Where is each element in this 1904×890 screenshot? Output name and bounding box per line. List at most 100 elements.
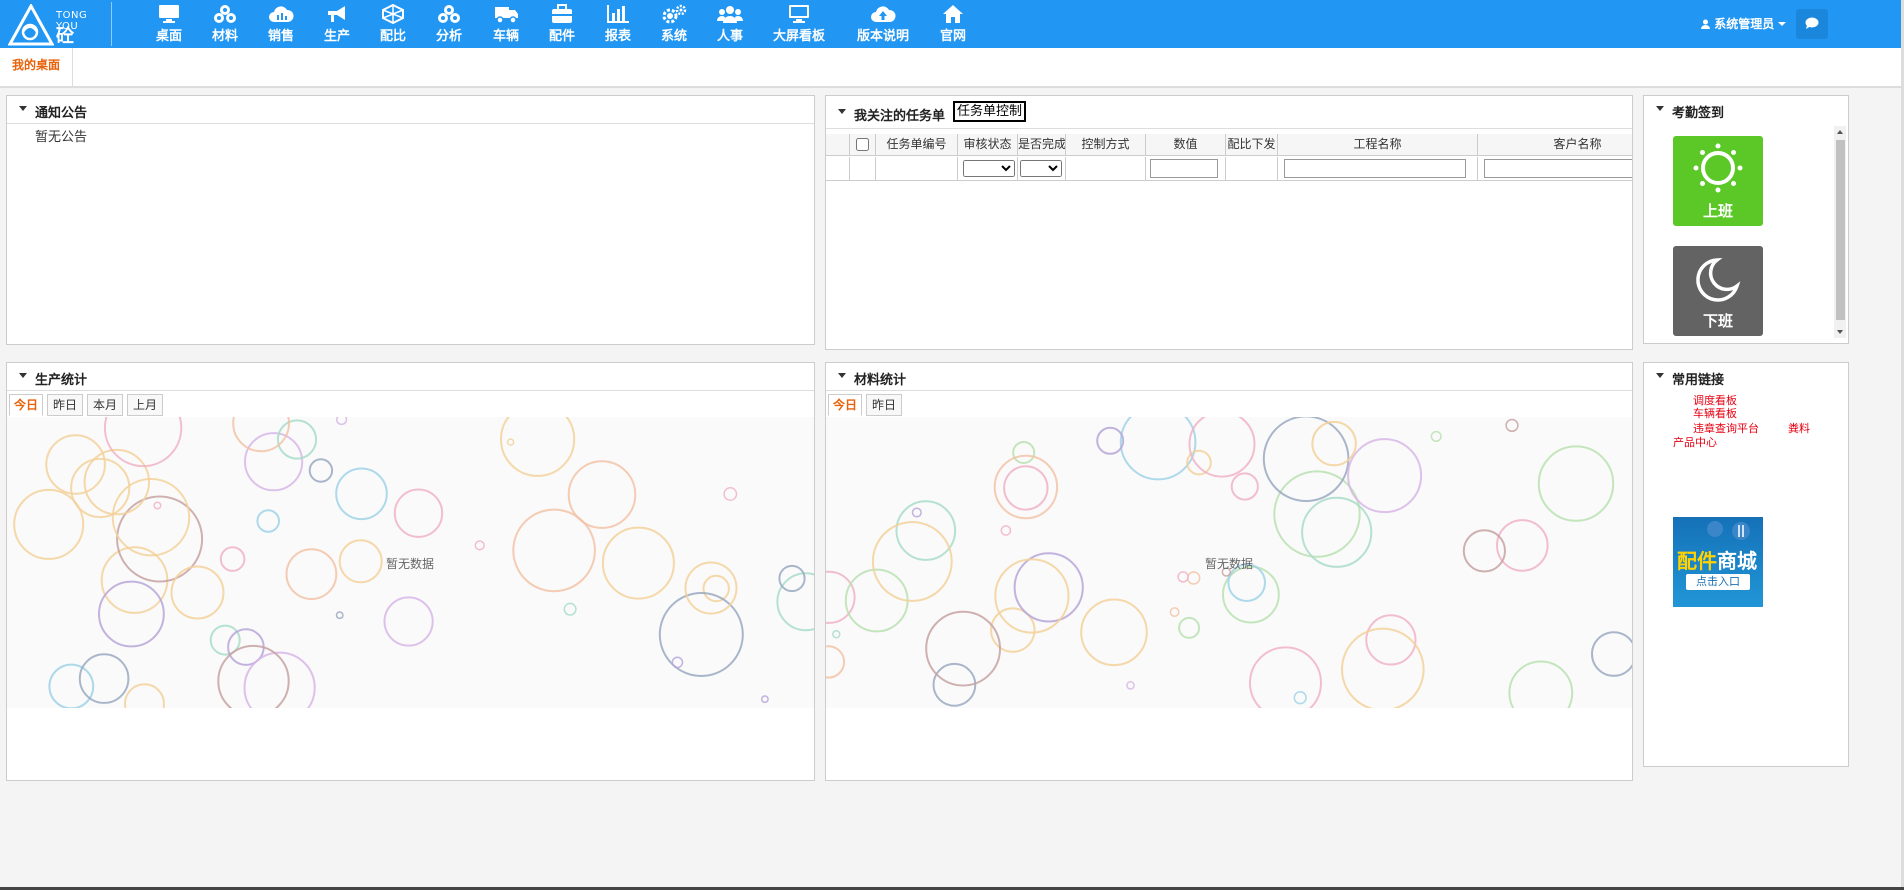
clock-in-button[interactable]: 上班 <box>1673 136 1763 226</box>
select-all-checkbox[interactable] <box>856 138 869 151</box>
cubes-icon <box>214 5 236 23</box>
megaphone-icon <box>328 6 345 22</box>
collapse-caret-icon[interactable] <box>19 373 27 378</box>
panel-title: 材料统计 <box>854 373 907 388</box>
decorative-bubble <box>1230 472 1259 501</box>
column-header[interactable]: 配比下发 <box>1226 134 1278 155</box>
parts-mall-banner[interactable]: 配件商城 点击入口 <box>1673 517 1763 607</box>
link-materials[interactable]: 粪料 <box>1788 420 1810 436</box>
mall-title: 配件商城 <box>1677 545 1757 574</box>
column-header[interactable]: 数值 <box>1146 134 1226 155</box>
nav-big-screen[interactable]: 大屏看板 <box>769 4 829 46</box>
nav-mix-ratio[interactable]: 配比 <box>376 4 410 46</box>
grid-header-row: 任务单编号 审核状态 是否完成 控制方式 数值 配比下发 工程名称 客户名称 <box>826 134 1632 156</box>
link-product-center[interactable]: 产品中心 <box>1673 434 1717 450</box>
clock-out-button[interactable]: 下班 <box>1673 246 1763 336</box>
tab-yesterday[interactable]: 昨日 <box>866 394 902 416</box>
nav-materials[interactable]: 材料 <box>208 4 242 46</box>
decorative-bubble <box>895 500 957 561</box>
tab-last-month[interactable]: 上月 <box>127 394 163 416</box>
nav-analysis[interactable]: 分析 <box>432 4 466 46</box>
panel-title: 生产统计 <box>35 373 88 388</box>
task-control-button[interactable]: 任务单控制 <box>953 101 1027 122</box>
tab-today[interactable]: 今日 <box>9 394 43 416</box>
tab-this-month[interactable]: 本月 <box>87 394 123 416</box>
column-header[interactable]: 工程名称 <box>1278 134 1478 155</box>
brand-logo[interactable]: TONG YOU 砼 友 <box>8 2 112 73</box>
link-vehicle-board[interactable]: 车辆看板 <box>1693 405 1737 421</box>
user-menu[interactable]: 系统管理员 <box>1701 15 1787 32</box>
mall-enter-button[interactable]: 点击入口 <box>1686 574 1750 590</box>
decorative-bubble <box>170 565 225 620</box>
production-chart-area: 暂无数据 <box>7 417 814 708</box>
chevron-down-icon <box>1778 22 1787 26</box>
nav-reports[interactable]: 报表 <box>601 4 635 46</box>
desktop-icon <box>159 5 179 23</box>
nav-release-notes[interactable]: 版本说明 <box>853 4 913 46</box>
decorative-bubble <box>1188 417 1256 478</box>
user-name: 系统管理员 <box>1714 17 1775 31</box>
scroll-thumb[interactable] <box>1836 140 1845 320</box>
decorative-bubble <box>702 574 730 603</box>
nav-official-site[interactable]: 官网 <box>936 4 970 46</box>
decorative-bubble <box>1293 691 1307 705</box>
tab-yesterday[interactable]: 昨日 <box>47 394 83 416</box>
nav-label: 官网 <box>939 29 966 44</box>
home-icon <box>943 5 963 23</box>
nav-sales[interactable]: 销售 <box>264 4 298 46</box>
nav-label: 配比 <box>379 29 406 44</box>
project-name-filter-input[interactable] <box>1284 159 1466 178</box>
scroll-down-icon[interactable] <box>1837 330 1843 334</box>
nav-production[interactable]: 生产 <box>320 4 354 46</box>
moon-icon <box>1696 257 1741 302</box>
decorative-bubble <box>1537 445 1615 522</box>
decorative-bubble <box>217 644 290 708</box>
nav-desktop[interactable]: 桌面 <box>152 4 186 46</box>
top-navbar: TONG YOU 砼 友 桌面 材料 销售 生产 配比 分析 车辆 <box>0 0 1904 73</box>
nav-parts[interactable]: 配件 <box>545 4 579 46</box>
customer-name-filter-input[interactable] <box>1484 159 1632 178</box>
decorative-bubble <box>393 488 444 538</box>
nav-vehicles[interactable]: 车辆 <box>489 4 523 46</box>
decorative-bubble <box>1508 660 1574 708</box>
production-stats-panel: 生产统计 今日 昨日 本月 上月 暂无数据 <box>6 362 815 781</box>
collapse-caret-icon[interactable] <box>1656 106 1664 111</box>
column-header[interactable]: 客户名称 <box>1478 134 1632 155</box>
attendance-scrollbar[interactable] <box>1834 126 1846 338</box>
scroll-up-icon[interactable] <box>1837 130 1843 134</box>
column-header[interactable]: 审核状态 <box>958 134 1018 155</box>
decorative-bubble <box>244 432 304 492</box>
collapse-caret-icon[interactable] <box>1656 373 1664 378</box>
cloud-icon <box>269 6 294 23</box>
decorative-bubble <box>776 572 814 632</box>
decorative-bubble <box>1301 496 1373 568</box>
nav-label: 大屏看板 <box>772 29 825 44</box>
filter-cell <box>1478 157 1632 180</box>
value-filter-input[interactable] <box>1150 159 1218 178</box>
decorative-bubble <box>1222 565 1280 624</box>
collapse-caret-icon[interactable] <box>19 106 27 111</box>
chat-button[interactable] <box>1796 9 1828 39</box>
column-header[interactable]: 控制方式 <box>1066 134 1146 155</box>
decorative-bubble <box>563 602 577 616</box>
decorative-bubble <box>1119 417 1197 481</box>
tab-my-desktop[interactable]: 我的桌面 <box>0 48 73 87</box>
tab-today[interactable]: 今日 <box>828 394 862 416</box>
decorative-bubble <box>1347 438 1423 514</box>
column-header[interactable]: 任务单编号 <box>876 134 958 155</box>
collapse-caret-icon[interactable] <box>838 109 846 114</box>
bar-chart-icon <box>607 5 629 23</box>
audit-status-filter[interactable] <box>963 160 1015 177</box>
collapse-caret-icon[interactable] <box>838 373 846 378</box>
production-period-tabs: 今日 昨日 本月 上月 <box>7 394 814 416</box>
decorative-bubble <box>1126 681 1135 690</box>
sun-icon <box>1693 143 1743 193</box>
mix-ratio-icon <box>382 4 404 24</box>
decorative-bubble <box>1178 616 1201 639</box>
column-header[interactable]: 是否完成 <box>1018 134 1066 155</box>
cubes-icon <box>438 5 460 23</box>
decorative-bubble <box>506 438 515 446</box>
nav-hr[interactable]: 人事 <box>713 4 747 46</box>
nav-system[interactable]: 系统 <box>657 4 691 46</box>
completed-filter[interactable] <box>1020 160 1062 177</box>
